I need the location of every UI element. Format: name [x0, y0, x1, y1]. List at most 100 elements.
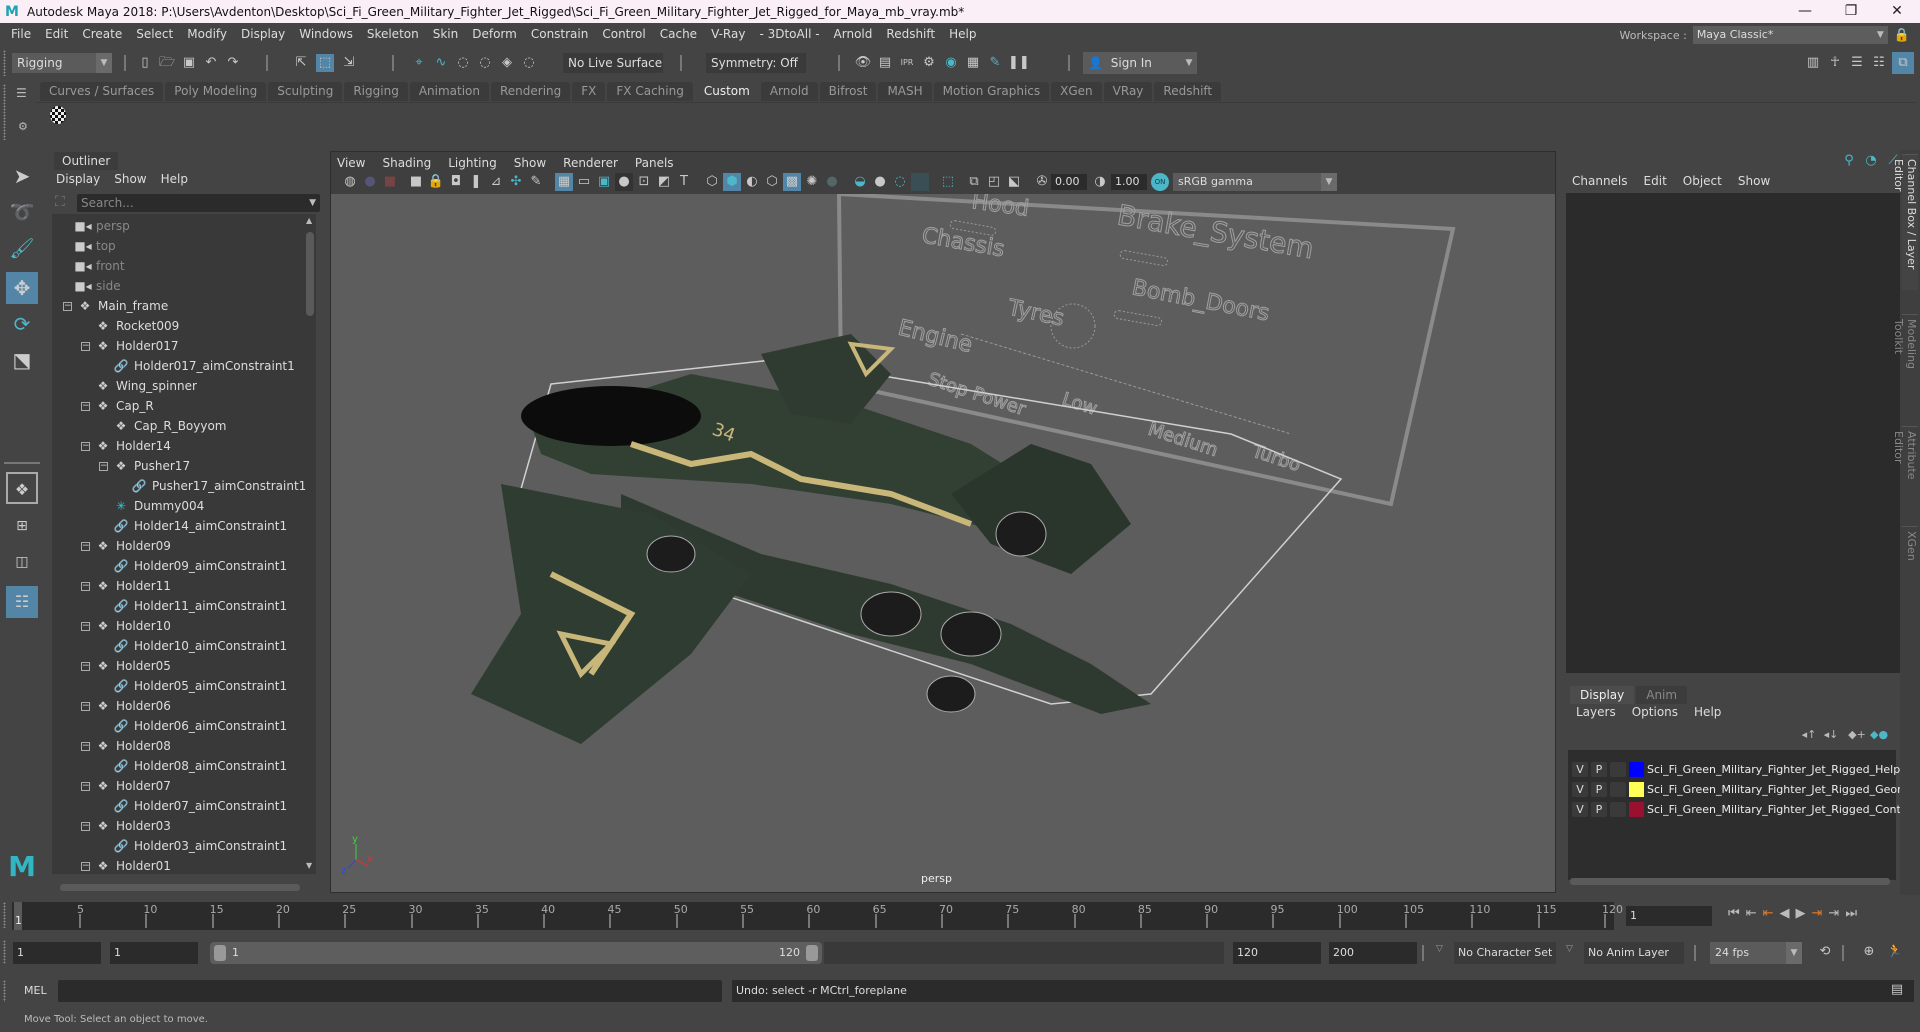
script-editor-icon[interactable]: ▤ — [1888, 981, 1906, 999]
anim-layer-chevron-icon[interactable]: ▽ — [1566, 944, 1573, 954]
layer-display-type-toggle[interactable] — [1610, 801, 1626, 817]
collapse-toggle-icon[interactable]: − — [81, 622, 90, 631]
color-management-toggle[interactable]: ON — [1151, 173, 1169, 191]
modeling-toolkit-toggle-icon[interactable]: ▥ — [1804, 54, 1822, 72]
render-settings-icon[interactable]: ⚙ — [920, 54, 938, 72]
minimize-button[interactable]: — — [1782, 0, 1828, 23]
outliner-scrollbar[interactable]: ▲ ▼ — [306, 216, 314, 870]
xray-active-icon[interactable]: ◰ — [985, 173, 1003, 191]
outliner-item[interactable]: ❖ Wing_spinner — [94, 376, 197, 396]
new-scene-icon[interactable]: ▯ — [136, 54, 154, 72]
outliner-menu-show[interactable]: Show — [114, 172, 146, 186]
side-tab-xgen[interactable]: XGen — [1902, 526, 1918, 566]
move-layer-up-icon[interactable]: ◂↑ — [1800, 726, 1818, 744]
side-tab-attribute-editor[interactable]: Attribute Editor — [1892, 426, 1918, 518]
scroll-up-icon[interactable]: ▲ — [306, 216, 312, 225]
render-view-icon[interactable]: 👁 — [854, 54, 872, 72]
pause-viewport-icon[interactable]: ❚❚ — [1008, 54, 1030, 72]
cb-menu-edit[interactable]: Edit — [1644, 174, 1667, 188]
move-tool-icon[interactable]: ✥ — [6, 272, 38, 304]
menu-windows[interactable]: Windows — [292, 27, 360, 41]
xray-joints-icon[interactable]: ⬕ — [1005, 173, 1023, 191]
outliner-item[interactable]: ■◂ side — [74, 276, 120, 296]
script-language-toggle[interactable]: MEL — [24, 984, 47, 997]
tool-settings-toggle-icon[interactable]: ☷ — [1870, 54, 1888, 72]
pencil-icon[interactable]: ✎ — [527, 173, 545, 191]
animation-start-field[interactable]: 1 — [13, 942, 101, 964]
menu-redshift[interactable]: Redshift — [879, 27, 942, 41]
shelf-tab-xgen[interactable]: XGen — [1051, 82, 1102, 101]
workspace-dropdown[interactable]: Maya Classic* — [1692, 26, 1888, 44]
snap-pivot-icon[interactable]: ◌ — [520, 54, 538, 72]
outliner-horizontal-scrollbar[interactable] — [60, 884, 300, 891]
lock-icon[interactable]: 🔒 — [1894, 28, 1910, 43]
rotate-tool-icon[interactable]: ⟳ — [6, 308, 38, 340]
layer-row[interactable]: V P Sci_Fi_Green_Military_Fighter_Jet_Rigg… — [1572, 760, 1900, 778]
lock-camera-icon[interactable]: 🔒 — [427, 173, 445, 191]
field-chart-icon[interactable]: ⊡ — [635, 173, 653, 191]
outliner-item[interactable]: − ❖ Holder017 — [81, 336, 179, 356]
collapse-toggle-icon[interactable]: − — [81, 742, 90, 751]
layer-visibility-toggle[interactable]: V — [1572, 801, 1588, 817]
menu-control[interactable]: Control — [595, 27, 652, 41]
maximize-button[interactable]: ❐ — [1828, 0, 1874, 23]
scrollbar-thumb[interactable] — [306, 232, 314, 316]
gamma-icon[interactable]: ◑ — [1091, 173, 1109, 191]
outliner-layout-icon[interactable]: ☷ — [6, 586, 38, 618]
layer-playback-toggle[interactable]: P — [1591, 801, 1607, 817]
outliner-item[interactable]: − ❖ Main_frame — [63, 296, 168, 316]
layer-playback-toggle[interactable]: P — [1591, 781, 1607, 797]
gamma-field[interactable]: 1.00 — [1111, 174, 1147, 190]
outliner-item[interactable]: 🔗 Holder10_aimConstraint1 — [112, 636, 288, 656]
outliner-item[interactable]: ❖ Cap_R_Boyyom — [112, 416, 227, 436]
outliner-item[interactable]: 🔗 Holder03_aimConstraint1 — [112, 836, 288, 856]
snap-live-icon[interactable]: ◈ — [498, 54, 516, 72]
render-setup-icon[interactable]: ▦ — [964, 54, 982, 72]
shelf-tab-redshift[interactable]: Redshift — [1154, 82, 1222, 101]
shelf-menu-icon[interactable]: ☰ — [16, 86, 27, 100]
range-start-handle[interactable] — [214, 945, 226, 961]
use-all-lights-icon[interactable]: ✺ — [803, 173, 821, 191]
go-to-end-icon[interactable]: ⏭ — [1845, 906, 1857, 921]
checker-shelf-icon[interactable] — [50, 106, 66, 124]
light-editor-icon[interactable]: ✎ — [986, 54, 1004, 72]
playback-range-bar[interactable]: 1 120 — [210, 942, 822, 964]
wireframe-icon[interactable]: ⬡ — [703, 173, 721, 191]
lasso-tool-icon[interactable]: ➰ — [6, 196, 38, 228]
menu-v-ray[interactable]: V-Ray — [704, 27, 752, 41]
new-layer-from-selection-icon[interactable]: ◆● — [1870, 726, 1888, 744]
close-button[interactable]: ✕ — [1874, 0, 1920, 23]
snap-grid-icon[interactable]: ⌖ — [410, 54, 428, 72]
collapse-toggle-icon[interactable]: − — [81, 342, 90, 351]
open-scene-icon[interactable]: 🗁 — [158, 54, 176, 72]
outliner-menu-display[interactable]: Display — [56, 172, 100, 186]
collapse-toggle-icon[interactable]: − — [81, 782, 90, 791]
layer-menu-options[interactable]: Options — [1632, 705, 1678, 719]
menu-deform[interactable]: Deform — [465, 27, 524, 41]
menu-edit[interactable]: Edit — [38, 27, 75, 41]
menu-display[interactable]: Display — [234, 27, 292, 41]
select-object-icon[interactable]: ⬚ — [316, 54, 334, 72]
step-back-frame-icon[interactable]: ⇤ — [1746, 906, 1757, 921]
menu-select[interactable]: Select — [129, 27, 180, 41]
outliner-item[interactable]: − ❖ Holder06 — [81, 696, 171, 716]
shelf-tab-arnold[interactable]: Arnold — [760, 82, 818, 101]
four-view-layout-icon[interactable]: ⊞ — [6, 510, 38, 542]
outliner-item[interactable]: 🔗 Holder07_aimConstraint1 — [112, 796, 288, 816]
collapse-toggle-icon[interactable]: − — [81, 542, 90, 551]
select-component-icon[interactable]: ⇲ — [340, 54, 358, 72]
menu-help[interactable]: Help — [942, 27, 983, 41]
collapse-toggle-icon[interactable]: − — [81, 442, 90, 451]
collapse-toggle-icon[interactable]: − — [81, 402, 90, 411]
animation-preferences-icon[interactable]: 🏃 — [1886, 943, 1904, 961]
xray-icon[interactable]: ⧉ — [965, 173, 983, 191]
layer-row[interactable]: V P Sci_Fi_Green_Military_Fighter_Jet_Rigg… — [1572, 800, 1912, 818]
safe-title-icon[interactable]: T — [675, 173, 693, 191]
layer-horizontal-scrollbar[interactable] — [1570, 878, 1890, 885]
playback-start-field[interactable]: 1 — [110, 942, 198, 964]
shelf-tab-mash[interactable]: MASH — [878, 82, 932, 101]
layer-color-swatch[interactable] — [1629, 801, 1644, 817]
undo-icon[interactable]: ↶ — [202, 54, 220, 72]
screen-space-ao-icon[interactable]: ◒ — [851, 173, 869, 191]
collapse-toggle-icon[interactable]: − — [99, 462, 108, 471]
